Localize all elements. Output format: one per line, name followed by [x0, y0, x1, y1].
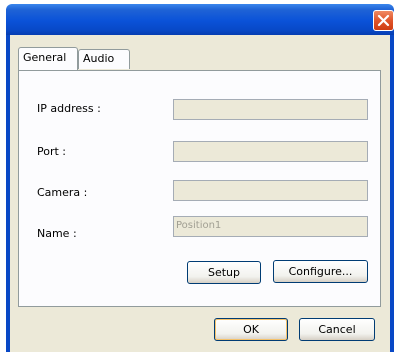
close-button[interactable]: [373, 10, 394, 31]
port-field[interactable]: [173, 141, 368, 162]
tab-general[interactable]: General: [18, 47, 78, 70]
configure-button[interactable]: Configure...: [273, 260, 368, 283]
ip-address-label: IP address :: [37, 102, 101, 115]
setup-button[interactable]: Setup: [187, 261, 261, 284]
dialog-window: General Audio IP address : Port : Camera…: [0, 0, 394, 352]
name-label: Name :: [37, 227, 77, 240]
dialog-body: General Audio IP address : Port : Camera…: [10, 35, 390, 352]
name-field[interactable]: Position1: [173, 216, 368, 237]
close-icon: [377, 14, 390, 27]
cancel-button[interactable]: Cancel: [299, 318, 375, 341]
tab-audio[interactable]: Audio: [78, 49, 130, 69]
port-label: Port :: [37, 145, 67, 158]
ip-address-field[interactable]: [173, 99, 368, 120]
camera-field[interactable]: [173, 180, 368, 201]
title-bar[interactable]: [6, 4, 394, 35]
camera-label: Camera :: [37, 186, 88, 199]
window-frame-right: [390, 35, 394, 352]
ok-button[interactable]: OK: [214, 318, 288, 341]
general-tab-panel: IP address : Port : Camera : Name : Posi…: [18, 70, 381, 307]
